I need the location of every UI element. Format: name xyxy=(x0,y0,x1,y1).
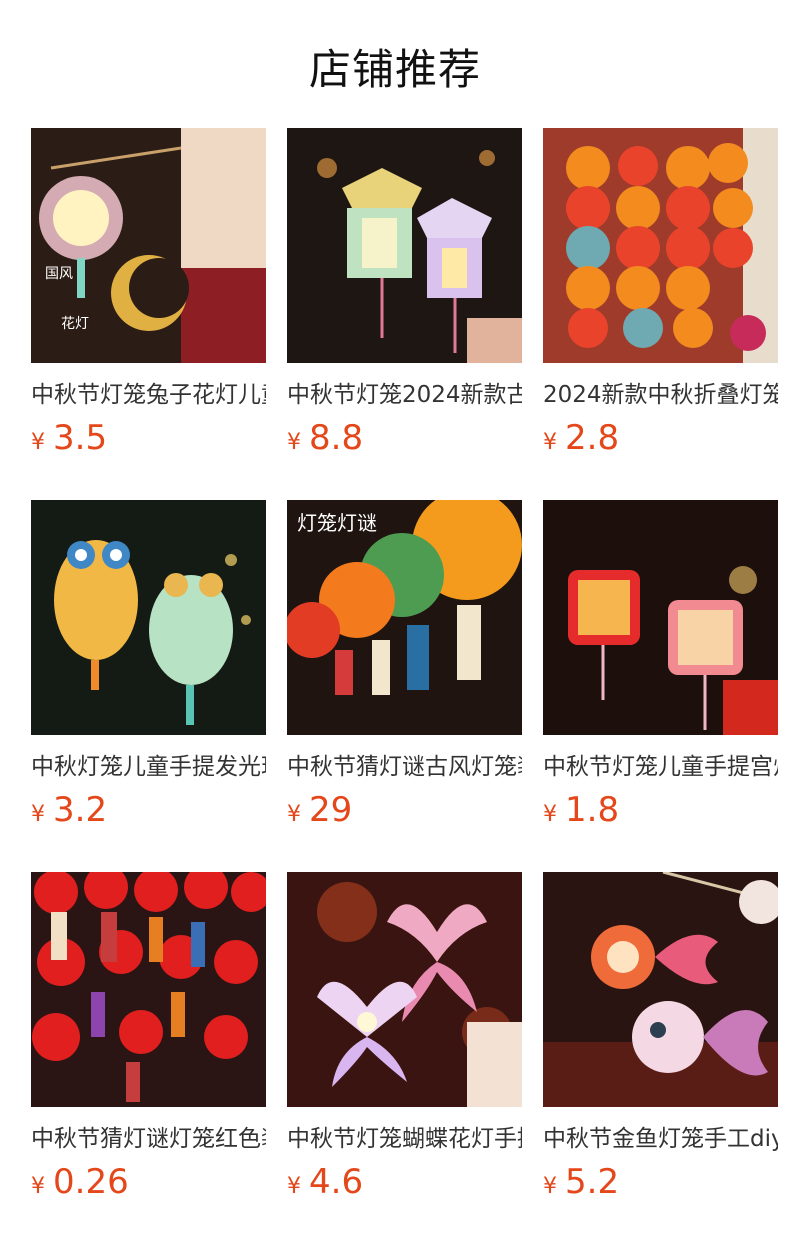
product-name[interactable]: 中秋节灯笼兔子花灯儿童手提发光 xyxy=(31,380,266,410)
svg-text:灯笼灯谜: 灯笼灯谜 xyxy=(297,511,377,535)
price-value: 3.2 xyxy=(53,790,108,830)
product-name[interactable]: 中秋节灯笼儿童手提宫灯 xyxy=(543,752,778,782)
price-value: 29 xyxy=(309,790,353,830)
product-card[interactable]: 中秋节猜灯谜灯笼红色装饰 ¥0.26 xyxy=(31,872,266,1208)
product-grid: 国风 花灯 中秋节灯笼兔子花灯儿童手提发光 ¥3.5 xyxy=(31,128,779,1244)
product-name[interactable]: 中秋节灯笼2024新款古风手提 xyxy=(287,380,522,410)
price-value: 2.8 xyxy=(565,418,620,458)
product-name[interactable]: 中秋节猜灯谜灯笼红色装饰 xyxy=(31,1124,266,1154)
product-name[interactable]: 中秋节灯笼蝴蝶花灯手提 xyxy=(287,1124,522,1154)
product-price: ¥3.5 xyxy=(31,418,266,464)
product-price: ¥29 xyxy=(287,790,522,836)
product-name[interactable]: 中秋灯笼儿童手提发光玩具 xyxy=(31,752,266,782)
svg-text:国风: 国风 xyxy=(45,266,73,282)
product-price: ¥1.8 xyxy=(543,790,778,836)
price-value: 4.6 xyxy=(309,1162,364,1202)
product-price: ¥5.2 xyxy=(543,1162,778,1208)
svg-text:花灯: 花灯 xyxy=(61,316,89,332)
product-card[interactable]: 国风 花灯 中秋节灯笼兔子花灯儿童手提发光 ¥3.5 xyxy=(31,128,266,464)
product-card[interactable]: 中秋节金鱼灯笼手工diy ¥5.2 xyxy=(543,872,778,1208)
product-name[interactable]: 中秋节猜灯谜古风灯笼装饰 xyxy=(287,752,522,782)
product-name[interactable]: 中秋节金鱼灯笼手工diy xyxy=(543,1124,778,1154)
currency-symbol: ¥ xyxy=(287,802,301,827)
product-card[interactable]: 中秋节灯笼2024新款古风手提 ¥8.8 xyxy=(287,128,522,464)
product-card[interactable]: 2024新款中秋折叠灯笼纸灯笼 ¥2.8 xyxy=(543,128,778,464)
product-image[interactable] xyxy=(287,872,522,1107)
product-image[interactable]: 国风 花灯 xyxy=(31,128,266,363)
product-price: ¥0.26 xyxy=(31,1162,266,1208)
page-title: 店铺推荐 xyxy=(308,45,481,94)
product-price: ¥8.8 xyxy=(287,418,522,464)
currency-symbol: ¥ xyxy=(287,430,301,455)
product-image[interactable] xyxy=(31,872,266,1107)
product-image[interactable] xyxy=(543,872,778,1107)
currency-symbol: ¥ xyxy=(31,1174,45,1199)
product-image[interactable]: 灯笼灯谜 xyxy=(287,500,522,735)
product-image[interactable] xyxy=(543,500,778,735)
price-value: 5.2 xyxy=(565,1162,620,1202)
currency-symbol: ¥ xyxy=(31,430,45,455)
price-value: 8.8 xyxy=(309,418,364,458)
currency-symbol: ¥ xyxy=(543,802,557,827)
product-card[interactable]: 中秋节灯笼蝴蝶花灯手提 ¥4.6 xyxy=(287,872,522,1208)
product-price: ¥2.8 xyxy=(543,418,778,464)
product-card[interactable]: 中秋灯笼儿童手提发光玩具 ¥3.2 xyxy=(31,500,266,836)
price-value: 0.26 xyxy=(53,1162,129,1202)
currency-symbol: ¥ xyxy=(31,802,45,827)
product-card[interactable]: 中秋节灯笼儿童手提宫灯 ¥1.8 xyxy=(543,500,778,836)
currency-symbol: ¥ xyxy=(543,1174,557,1199)
product-price: ¥4.6 xyxy=(287,1162,522,1208)
currency-symbol: ¥ xyxy=(543,430,557,455)
currency-symbol: ¥ xyxy=(287,1174,301,1199)
product-price: ¥3.2 xyxy=(31,790,266,836)
price-value: 1.8 xyxy=(565,790,620,830)
product-card[interactable]: 灯笼灯谜 中秋节猜灯谜古风灯笼装饰 ¥29 xyxy=(287,500,522,836)
product-image[interactable] xyxy=(287,128,522,363)
price-value: 3.5 xyxy=(53,418,108,458)
product-name[interactable]: 2024新款中秋折叠灯笼纸灯笼 xyxy=(543,380,778,410)
product-image[interactable] xyxy=(31,500,266,735)
product-image[interactable] xyxy=(543,128,778,363)
